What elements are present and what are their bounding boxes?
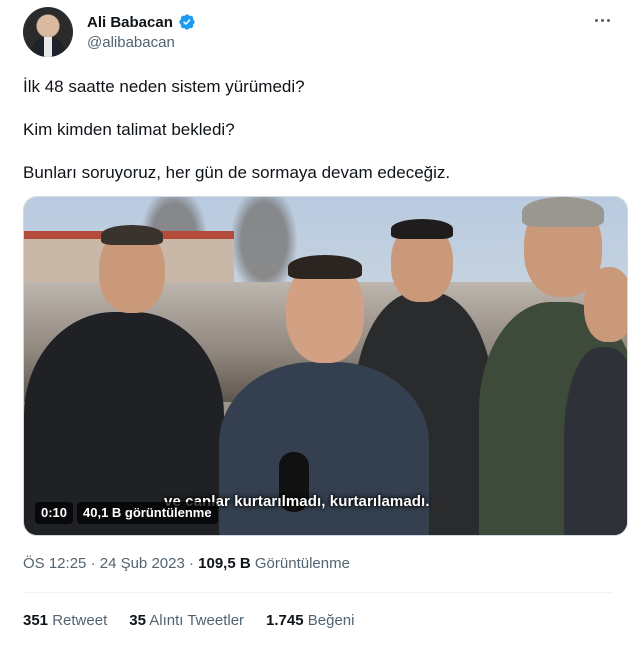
- tweet-date[interactable]: 24 Şub 2023: [100, 555, 185, 572]
- likes-label: Beğeni: [307, 612, 355, 629]
- tweet-line: Bunları soruyoruz, her gün de sormaya de…: [23, 163, 451, 182]
- name-row: Ali Babacan: [87, 13, 196, 31]
- avatar[interactable]: [23, 7, 73, 57]
- likes-count: 1.745: [266, 612, 304, 629]
- tweet-time[interactable]: ÖS 12:25: [23, 555, 86, 572]
- meta-separator: ·: [90, 555, 96, 572]
- user-handle[interactable]: @alibabacan: [87, 34, 175, 51]
- engagement-stats: 351 Retweet 35 Alıntı Tweetler 1.745 Beğ…: [23, 612, 354, 629]
- quotes-label: Alıntı Tweetler: [149, 612, 245, 629]
- verified-badge-icon: [179, 14, 195, 30]
- person-hair: [101, 225, 163, 245]
- likes-stat[interactable]: 1.745 Beğeni: [266, 612, 354, 629]
- video-view-count: 40,1 B görüntülenme: [77, 502, 218, 524]
- tweet-text: İlk 48 saatte neden sistem yürümedi? Kim…: [23, 75, 613, 204]
- tweet-line: Kim kimden talimat bekledi?: [23, 120, 235, 139]
- quotes-count: 35: [129, 612, 146, 629]
- tweet-meta: ÖS 12:25 · 24 Şub 2023 · 109,5 B Görüntü…: [23, 555, 350, 572]
- tweet-line: İlk 48 saatte neden sistem yürümedi?: [23, 77, 305, 96]
- video-player[interactable]: ve canlar kurtarılmadı, kurtarılamadı. 0…: [23, 196, 628, 536]
- views-count: 109,5 B: [198, 555, 251, 572]
- tweet-header: Ali Babacan @alibabacan: [23, 7, 613, 61]
- quote-tweets-stat[interactable]: 35 Alıntı Tweetler: [129, 612, 244, 629]
- retweets-count: 351: [23, 612, 49, 629]
- person-head: [584, 267, 627, 342]
- views-label: Görüntülenme: [254, 555, 350, 572]
- divider: [23, 592, 613, 593]
- video-elapsed-time: 0:10: [35, 502, 74, 524]
- person-silhouette: [564, 347, 627, 535]
- retweets-label: Retweet: [52, 612, 108, 629]
- person-hair: [288, 255, 362, 279]
- display-name[interactable]: Ali Babacan: [87, 14, 173, 31]
- meta-separator: ·: [188, 555, 194, 572]
- retweets-stat[interactable]: 351 Retweet: [23, 612, 107, 629]
- avatar-shirt: [44, 37, 52, 57]
- more-options-icon[interactable]: [591, 9, 613, 31]
- person-hair: [522, 197, 604, 227]
- person-hair: [391, 219, 453, 239]
